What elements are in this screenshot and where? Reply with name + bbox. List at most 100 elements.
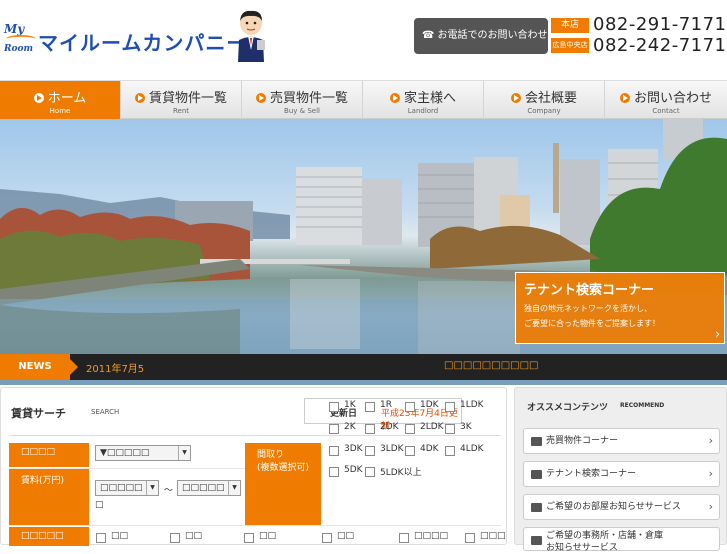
layout-label-text: 間取り [257,450,285,460]
nav-item-rent[interactable]: 賃貸物件一覧 Rent [121,81,242,119]
layout-checkbox[interactable] [405,402,415,412]
recommend-item-office-alert[interactable]: ご希望の事務所・店舗・倉庫 お知らせサービス [523,527,720,553]
phone-number-main[interactable]: 082-291-7171 [593,14,727,35]
search-divider [9,435,501,436]
news-headline-link[interactable]: □□□□□□□□□□ [444,360,538,371]
nav-text-rent: 賃貸物件一覧 [148,91,227,106]
chevron-right-icon: › [715,327,720,341]
layout-checkbox-label: 2K [344,422,356,432]
price-note: □ [95,500,104,510]
arrow-circle-icon [33,93,44,103]
nav-sub-buy-sell: Buy & Sell [284,107,320,115]
logo-my-text: My [4,22,25,36]
type-select[interactable]: ▼□□□□□ ▼ [95,445,191,461]
layout-checkbox[interactable] [329,402,339,412]
nav-text-buy-sell: 売買物件一覧 [269,91,348,106]
area-checkbox[interactable] [322,533,332,543]
layout-checkbox[interactable] [365,424,375,434]
nav-item-contact[interactable]: お問い合わせ Contact [605,81,727,119]
layout-checkbox[interactable] [405,446,415,456]
recommend-item-label: テナント検索コーナー [546,469,637,479]
nav-sub-home: Home [49,107,71,115]
field-type-label: □□□□ [9,443,89,467]
layout-checkbox[interactable] [329,467,339,477]
field-layout-label: 間取り (複数選択可) [245,443,321,525]
layout-checkbox-label: 2LDK [420,422,444,432]
nav-label-buy-sell: 売買物件一覧 [242,87,362,106]
news-label: NEWS [0,354,78,380]
recommend-item-room-alert[interactable]: ご希望のお部屋お知らせサービス › [523,494,720,520]
nav-label-home: ホーム [0,87,120,106]
layout-checkbox-label: 2DK [380,422,399,432]
phone-number-central[interactable]: 082-242-7171 [593,35,727,56]
nav-item-home[interactable]: ホーム Home [0,81,121,119]
search-title: 賃貸サーチ [11,407,66,420]
area-checkbox[interactable] [170,533,180,543]
logo-swirl [6,35,36,43]
nav-label-rent: 賃貸物件一覧 [121,87,241,106]
field-price-label: 賃料(万円) [9,469,89,525]
tenant-search-title: テナント検索コーナー [524,283,655,298]
layout-checkbox-label: 3DK [344,444,363,454]
layout-checkbox[interactable] [365,467,375,477]
layout-checkbox-label: 5DK [344,465,363,475]
recommend-item-tenant[interactable]: テナント検索コーナー › [523,461,720,487]
nav-text-landlord: 家主様へ [403,91,456,106]
nav-item-buy-sell[interactable]: 売買物件一覧 Buy & Sell [242,81,363,119]
layout-checkbox-label: 1DK [420,400,439,410]
area-checkbox[interactable] [244,533,254,543]
recommend-item-sale[interactable]: 売買物件コーナー › [523,428,720,454]
layout-checkbox[interactable] [365,446,375,456]
layout-checkbox[interactable] [405,424,415,434]
price-max-select[interactable]: □□□□□ ▼ [177,480,241,496]
building-icon [531,437,542,446]
row-divider [9,525,501,526]
mascot-illustration [238,10,265,62]
mail-icon [531,503,542,512]
price-max-value: □□□□□ [182,483,225,493]
arrow-circle-icon [619,93,630,103]
tenant-search-banner[interactable]: テナント検索コーナー 独自の地元ネットワークを活かし、 ご要望に合った物件をご提… [515,272,725,344]
chevron-right-icon: › [708,500,713,513]
chevron-right-icon: › [708,434,713,447]
layout-checkbox-label: 1K [344,400,356,410]
recommend-subtitle: RECOMMEND [620,402,665,409]
nav-item-company[interactable]: 会社概要 Company [484,81,605,119]
arrow-circle-icon [510,93,521,103]
price-min-select[interactable]: □□□□□ ▼ [95,480,159,496]
site-logo[interactable]: My Room [4,18,38,62]
layout-checkbox-label: 1LDK [460,400,484,410]
layout-checkbox-label: 3LDK [380,444,404,454]
layout-checkbox-label: 4DK [420,444,439,454]
layout-checkbox[interactable] [445,424,455,434]
area-checkbox[interactable] [96,533,106,543]
news-date: 2011年7月5 [86,364,145,375]
building-icon [531,470,542,479]
area-checkbox[interactable] [399,533,409,543]
telephone-icon: ☎ [422,30,435,41]
layout-checkbox[interactable] [329,424,339,434]
nav-label-landlord: 家主様へ [363,87,483,106]
price-min-value: □□□□□ [100,483,143,493]
company-name[interactable]: マイルームカンパニー [38,27,247,56]
layout-checkbox[interactable] [445,446,455,456]
type-select-value: ▼□□□□□ [100,448,150,458]
nav-label-company: 会社概要 [484,87,604,106]
layout-checkbox[interactable] [365,402,375,412]
branch-badge-main: 本店 [551,18,589,33]
nav-text-home: ホーム [47,91,87,106]
nav-text-contact: お問い合わせ [633,91,712,106]
branch-badge-central: 広島中央店 [551,38,589,53]
layout-checkbox[interactable] [445,402,455,412]
chevron-down-icon: ▼ [178,446,190,460]
area-checkbox-label: □□ [337,531,355,541]
layout-checkbox-label: 4LDK [460,444,484,454]
chevron-right-icon: › [708,467,713,480]
recommend-panel: オススメコンテンツ RECOMMEND 売買物件コーナー › テナント検索コーナ… [514,387,727,553]
layout-checkbox[interactable] [329,446,339,456]
area-checkbox[interactable] [465,533,475,543]
hero-cityscape-image [0,119,727,385]
chevron-down-icon: ▼ [146,481,158,495]
nav-item-landlord[interactable]: 家主様へ Landlord [363,81,484,119]
area-checkbox-label: □□ [259,531,277,541]
